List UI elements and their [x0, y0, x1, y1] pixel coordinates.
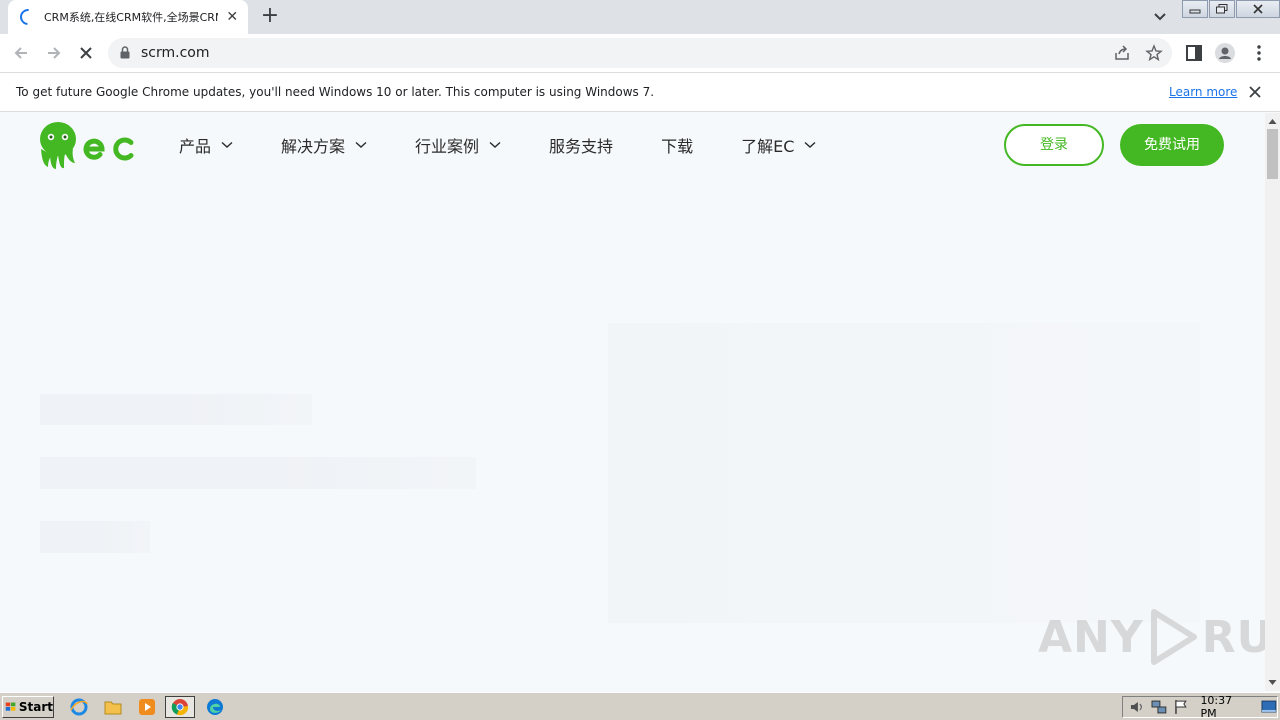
share-icon[interactable]: [1113, 44, 1131, 62]
learn-more-link[interactable]: Learn more: [1169, 73, 1237, 111]
chevron-down-icon: [355, 141, 367, 148]
lock-icon: [120, 46, 130, 59]
nav-item-label: 下载: [661, 137, 694, 156]
start-button[interactable]: Start: [2, 696, 54, 718]
taskbar-chrome[interactable]: [165, 696, 195, 718]
forward-arrow-icon: [48, 47, 61, 59]
update-infobar: To get future Google Chrome updates, you…: [0, 72, 1280, 112]
browser-tab[interactable]: CRM系统,在线CRM软件,全场景CRM ✕: [8, 0, 248, 34]
infobar-message: To get future Google Chrome updates, you…: [16, 85, 655, 99]
window-close-icon: [1253, 4, 1263, 14]
speaker-icon[interactable]: [1129, 699, 1145, 715]
play-logo-icon: [1150, 609, 1197, 665]
media-player-icon: [139, 699, 155, 715]
windows-flag-icon: [5, 702, 16, 711]
scroll-down-arrow-icon[interactable]: [1268, 679, 1277, 686]
nav-item-solutions[interactable]: 解决方案: [281, 133, 367, 157]
taskbar-media-player[interactable]: [136, 697, 158, 717]
nav-item-label: 了解EC: [741, 137, 795, 156]
skeleton-button: [40, 521, 150, 553]
new-tab-button[interactable]: +: [258, 5, 282, 29]
window-close-button[interactable]: [1236, 0, 1280, 18]
windows-taskbar: Start 10:37 PM: [0, 692, 1280, 720]
loading-spinner-icon: [16, 5, 40, 29]
minimize-button[interactable]: [1182, 0, 1208, 18]
start-label: Start: [18, 700, 53, 714]
nav-item-cases[interactable]: 行业案例: [415, 133, 501, 157]
watermark-left: ANY: [1038, 611, 1144, 663]
taskbar-explorer[interactable]: [102, 697, 124, 717]
tab-search-chevron-icon[interactable]: [1150, 8, 1170, 26]
taskbar-edge[interactable]: [204, 697, 226, 717]
taskbar-ie[interactable]: [68, 697, 90, 717]
scrollbar-thumb[interactable]: [1267, 129, 1278, 179]
stop-x-icon: [80, 47, 92, 59]
system-tray: 10:37 PM: [1122, 694, 1278, 720]
main-nav: 产品 解决方案 行业案例 服务支持 下载 了解EC: [179, 129, 864, 161]
show-desktop-icon[interactable]: [1261, 699, 1277, 715]
nav-item-download[interactable]: 下载: [661, 133, 693, 157]
folder-icon: [104, 701, 122, 715]
bookmark-star-icon[interactable]: [1145, 44, 1163, 62]
network-icon[interactable]: [1151, 699, 1167, 715]
window-controls: [1181, 0, 1280, 18]
chrome-icon: [171, 699, 189, 716]
nav-item-label: 行业案例: [415, 137, 480, 156]
url-text: scrm.com: [141, 45, 210, 61]
side-panel-icon[interactable]: [1184, 43, 1204, 63]
back-button[interactable]: [10, 42, 32, 64]
anyrun-watermark: ANY RUN: [1038, 608, 1265, 666]
restore-icon: [1216, 4, 1228, 14]
tab-close-icon[interactable]: ✕: [224, 9, 240, 25]
scroll-up-arrow-icon[interactable]: [1268, 118, 1277, 125]
profile-avatar-icon[interactable]: [1215, 43, 1235, 63]
nav-item-about[interactable]: 了解EC: [741, 133, 816, 157]
nav-item-products[interactable]: 产品: [179, 133, 233, 157]
back-arrow-icon: [14, 47, 27, 59]
internet-explorer-icon: [70, 698, 88, 716]
ec-logo-icon[interactable]: [38, 121, 138, 171]
web-page: 产品 解决方案 行业案例 服务支持 下载 了解EC 登录 免费试用 ANY RU…: [0, 113, 1265, 691]
infobar-close-icon[interactable]: [1248, 85, 1262, 99]
tab-strip: CRM系统,在线CRM软件,全场景CRM ✕ +: [0, 0, 1280, 34]
address-bar[interactable]: scrm.com: [108, 38, 1172, 68]
restore-button[interactable]: [1209, 0, 1235, 18]
browser-toolbar: scrm.com: [0, 34, 1280, 72]
skeleton-subtitle: [40, 457, 476, 489]
nav-item-label: 解决方案: [281, 137, 346, 156]
stop-loading-button[interactable]: [75, 42, 97, 64]
edge-icon: [207, 699, 223, 715]
nav-item-support[interactable]: 服务支持: [549, 133, 613, 157]
login-button[interactable]: 登录: [1004, 124, 1104, 166]
free-trial-button[interactable]: 免费试用: [1120, 124, 1224, 166]
chevron-down-icon: [221, 141, 233, 148]
forward-button[interactable]: [43, 42, 65, 64]
skeleton-title: [40, 394, 312, 425]
action-center-flag-icon[interactable]: [1173, 699, 1189, 715]
nav-item-label: 产品: [179, 137, 212, 156]
nav-item-label: 服务支持: [549, 137, 614, 156]
taskbar-clock[interactable]: 10:37 PM: [1200, 694, 1251, 720]
page-scrollbar[interactable]: [1265, 113, 1280, 691]
kebab-menu-icon[interactable]: [1249, 43, 1269, 63]
minimize-icon: [1189, 9, 1201, 14]
chevron-down-icon: [804, 141, 816, 148]
chevron-down-icon: [489, 141, 501, 148]
tab-title: CRM系统,在线CRM软件,全场景CRM: [44, 11, 219, 24]
watermark-right: RUN: [1201, 611, 1265, 663]
skeleton-hero-image: [608, 323, 1200, 623]
